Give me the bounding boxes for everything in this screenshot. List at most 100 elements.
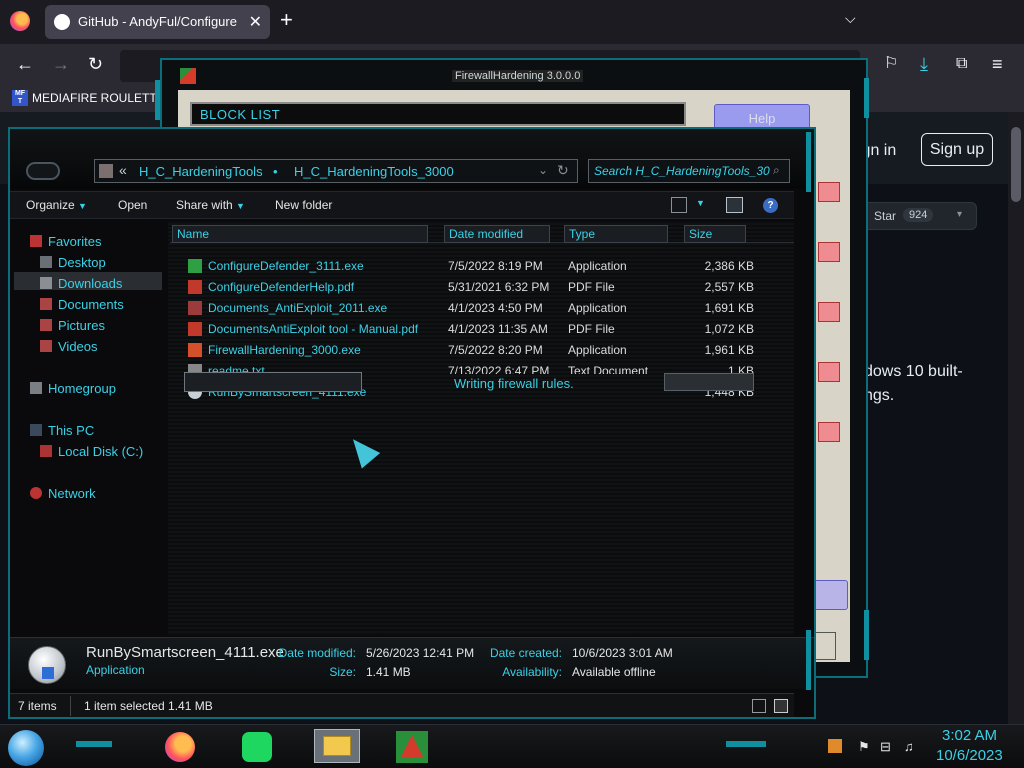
file-date-modified: 7/5/2022 8:20 PM — [448, 343, 543, 357]
view-dropdown-icon[interactable]: ▼ — [696, 198, 705, 208]
refresh-icon[interactable]: ↻ — [557, 162, 569, 179]
nav-videos[interactable]: Videos — [40, 339, 98, 354]
search-input[interactable]: Search H_C_HardeningTools_3000 ⌕ — [588, 159, 790, 183]
status-divider — [70, 696, 71, 716]
breadcrumb-hardening-tools-3000[interactable]: H_C_HardeningTools_3000 — [294, 164, 454, 179]
forward-button[interactable]: → — [52, 54, 70, 74]
star-button[interactable]: Star 924 ▾ — [862, 202, 977, 230]
nav-this-pc[interactable]: This PC — [30, 423, 94, 438]
file-row[interactable]: FirewallHardening_3000.exe 7/5/2022 8:20 … — [184, 341, 768, 359]
details-pane: RunBySmartscreen_4111.exe Application Da… — [10, 637, 814, 689]
folder-icon — [99, 164, 113, 178]
taskbar-spotify-icon[interactable] — [242, 732, 272, 762]
organize-button[interactable]: Organize ▼ — [26, 198, 87, 212]
file-date-modified: 5/31/2021 6:32 PM — [448, 280, 550, 294]
clock-time[interactable]: 3:02 AM — [942, 727, 997, 744]
taskbar-firefox-icon[interactable] — [165, 732, 195, 762]
tray-app-icon[interactable] — [828, 739, 842, 753]
column-size[interactable]: Size — [684, 225, 746, 243]
breadcrumb-overflow-icon[interactable]: « — [119, 162, 127, 178]
sign-up-button[interactable]: Sign up — [921, 133, 993, 166]
tray-network-icon[interactable]: ⊟ — [880, 739, 891, 755]
taskbar-file-explorer-icon[interactable] — [314, 729, 360, 763]
back-forward-orb-icon[interactable] — [26, 162, 60, 180]
nav-local-disk[interactable]: Local Disk (C:) — [40, 444, 143, 459]
navigation-pane: Favorites Desktop Downloads Documents Pi… — [10, 221, 168, 635]
frame-decoration — [864, 78, 869, 118]
nav-network[interactable]: Network — [30, 486, 96, 501]
bookmark-mediafire[interactable]: MEDIAFIRE ROULETTER — [32, 91, 173, 105]
nav-pictures[interactable]: Pictures — [40, 318, 105, 333]
extensions-icon[interactable]: ⧉ — [956, 54, 967, 74]
file-row[interactable]: ConfigureDefenderHelp.pdf 5/31/2021 6:32 … — [184, 278, 768, 296]
breadcrumb-separator[interactable]: • — [273, 164, 278, 179]
tray-flag-icon[interactable]: ⚑ — [858, 739, 870, 755]
help-icon[interactable]: ? — [763, 198, 778, 213]
star-dropdown-icon[interactable]: ▾ — [957, 209, 962, 220]
address-dropdown-icon[interactable]: ⌄ — [538, 163, 548, 177]
taskbar-firewall-hardening-icon[interactable] — [396, 731, 428, 763]
tab-title: GitHub - AndyFul/ConfigureDe — [78, 14, 238, 29]
size-value: 1.41 MB — [366, 665, 411, 679]
explorer-title-bar: « H_C_HardeningTools • H_C_HardeningTool… — [10, 129, 814, 189]
file-explorer-window: « H_C_HardeningTools • H_C_HardeningTool… — [8, 127, 816, 719]
new-folder-button[interactable]: New folder — [275, 198, 332, 212]
large-icons-view-icon[interactable] — [774, 699, 788, 713]
nav-favorites[interactable]: Favorites — [30, 234, 101, 249]
file-size: 1,691 KB — [704, 301, 754, 315]
column-name[interactable]: Name — [172, 225, 428, 243]
open-button[interactable]: Open — [118, 198, 147, 212]
download-arrow-icon — [42, 667, 54, 679]
close-tab-icon[interactable]: ✕ — [249, 12, 262, 32]
folder-icon — [323, 736, 351, 756]
hamburger-menu-icon[interactable]: ≡ — [992, 54, 1003, 74]
nav-desktop[interactable]: Desktop — [40, 255, 106, 270]
browser-tab-github[interactable]: GitHub - AndyFul/ConfigureDe ✕ — [45, 5, 270, 39]
file-row[interactable]: ConfigureDefender_3111.exe 7/5/2022 8:19 … — [184, 257, 768, 275]
page-scrollbar[interactable] — [1008, 112, 1024, 724]
date-created-value: 10/6/2023 3:01 AM — [572, 646, 673, 660]
file-name: ConfigureDefenderHelp.pdf — [208, 280, 355, 294]
firewall-red-button[interactable] — [818, 362, 840, 382]
start-button[interactable] — [8, 730, 44, 766]
address-bar[interactable]: « H_C_HardeningTools • H_C_HardeningTool… — [94, 159, 578, 183]
list-tabs-chevron-icon[interactable]: ⌵ — [845, 10, 856, 27]
reload-button[interactable]: ↻ — [88, 54, 103, 74]
firefox-logo-icon[interactable] — [10, 11, 30, 31]
back-button[interactable]: ← — [16, 54, 34, 74]
tray-volume-icon[interactable]: ♫ — [904, 739, 914, 754]
column-date-modified[interactable]: Date modified — [444, 225, 550, 243]
downloads-icon[interactable]: ⤓ — [920, 54, 928, 74]
file-size: 2,386 KB — [704, 259, 754, 273]
block-list-dropdown[interactable]: BLOCK LIST — [190, 102, 686, 126]
firewall-red-button[interactable] — [818, 302, 840, 322]
file-row[interactable]: DocumentsAntiExploit tool - Manual.pdf 4/… — [184, 320, 768, 338]
firewall-red-button[interactable] — [818, 422, 840, 442]
new-tab-button[interactable]: + — [280, 9, 293, 31]
documents-icon — [40, 298, 52, 310]
firewall-red-button[interactable] — [818, 242, 840, 262]
file-row[interactable]: Documents_AntiExploit_2011.exe 4/1/2023 4… — [184, 299, 768, 317]
firewall-red-button[interactable] — [818, 182, 840, 202]
column-type[interactable]: Type — [564, 225, 668, 243]
details-view-icon[interactable] — [752, 699, 766, 713]
nav-downloads[interactable]: Downloads — [40, 276, 122, 291]
nav-documents[interactable]: Documents — [40, 297, 124, 312]
nav-homegroup[interactable]: Homegroup — [30, 381, 116, 396]
preview-pane-icon[interactable] — [726, 197, 743, 213]
clock-date[interactable]: 10/6/2023 — [936, 747, 1003, 764]
status-message: Writing firewall rules. — [454, 376, 574, 391]
scrollbar-thumb[interactable] — [1011, 127, 1021, 202]
file-type: Application — [568, 301, 627, 315]
videos-icon — [40, 340, 52, 352]
dropdown-arrow-icon: ▼ — [78, 201, 87, 211]
pocket-icon[interactable]: ⚐ — [884, 54, 898, 74]
view-options-icon[interactable] — [671, 197, 687, 213]
file-name: FirewallHardening_3000.exe — [208, 343, 361, 357]
share-with-label: Share with — [176, 198, 233, 212]
nav-homegroup-label: Homegroup — [48, 381, 116, 396]
share-with-button[interactable]: Share with ▼ — [176, 198, 245, 212]
network-icon — [30, 487, 42, 499]
search-icon[interactable]: ⌕ — [773, 163, 780, 178]
breadcrumb-hardening-tools[interactable]: H_C_HardeningTools — [139, 164, 263, 179]
